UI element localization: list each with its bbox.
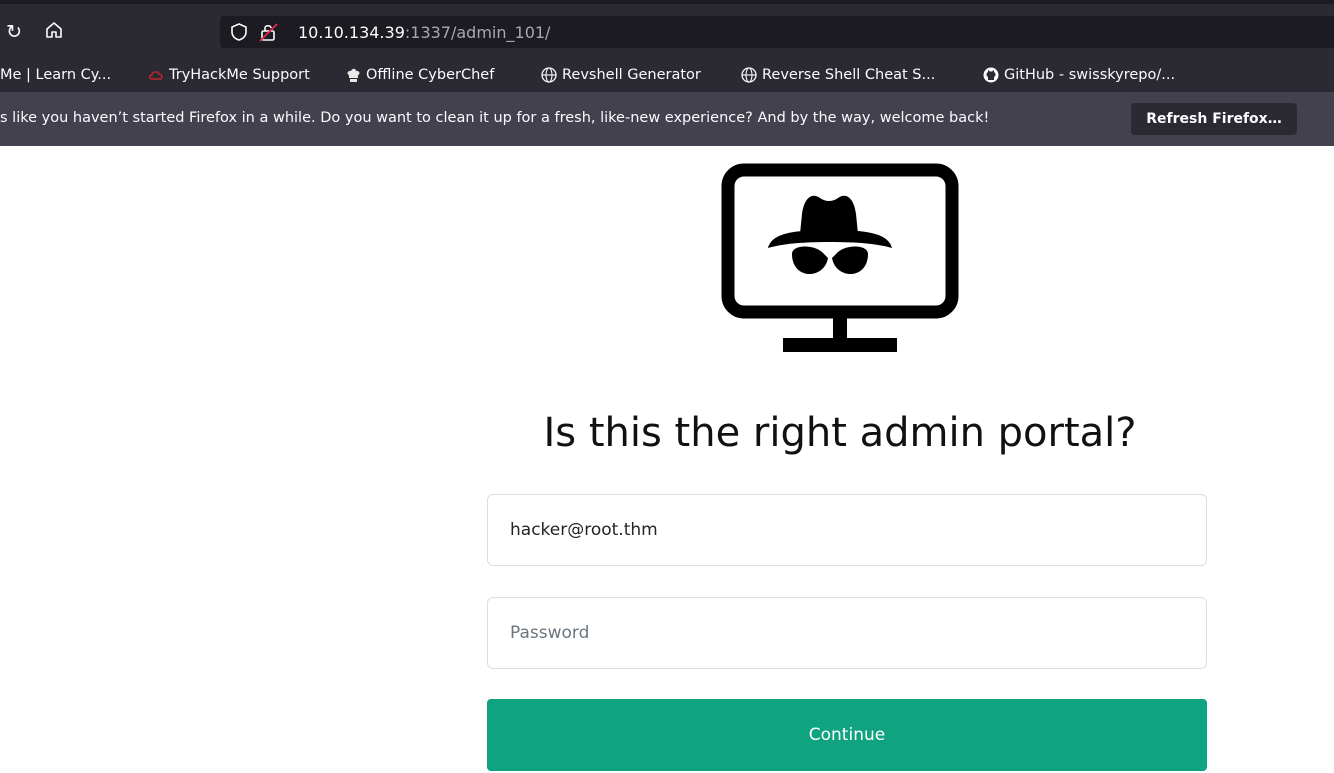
github-icon bbox=[983, 67, 999, 83]
insecure-lock-icon[interactable] bbox=[258, 21, 280, 47]
bookmark-label: Revshell Generator bbox=[562, 67, 701, 83]
url-path: :1337/admin_101/ bbox=[404, 23, 551, 42]
bookmark-revshell-generator[interactable]: Revshell Generator bbox=[541, 67, 701, 83]
bookmark-label: GitHub - swisskyrepo/... bbox=[1004, 67, 1176, 83]
email-field[interactable] bbox=[487, 494, 1207, 566]
bookmark-cyberchef[interactable]: Offline CyberChef bbox=[346, 67, 494, 83]
password-field[interactable] bbox=[487, 597, 1207, 669]
thm-cloud-icon bbox=[149, 71, 163, 80]
bookmark-label: TryHackMe Support bbox=[169, 67, 310, 83]
bookmark-github[interactable]: GitHub - swisskyrepo/... bbox=[983, 67, 1175, 83]
bookmark-reverse-shell-cheat[interactable]: Reverse Shell Cheat S... bbox=[741, 67, 935, 83]
bookmark-label: Reverse Shell Cheat S... bbox=[762, 67, 936, 83]
shield-icon[interactable] bbox=[230, 22, 248, 46]
refresh-firefox-button[interactable]: Refresh Firefox… bbox=[1131, 103, 1297, 135]
bookmarks-toolbar: Me | Learn Cy... TryHackMe Support Offli… bbox=[0, 62, 1334, 92]
bookmark-thm-support[interactable]: TryHackMe Support bbox=[148, 67, 310, 83]
continue-button[interactable]: Continue bbox=[487, 699, 1207, 771]
url-text[interactable]: 10.10.134.39:1337/admin_101/ bbox=[298, 23, 550, 42]
globe-icon bbox=[541, 67, 557, 83]
bookmark-label: Me | Learn Cy... bbox=[0, 67, 112, 83]
hacker-monitor-icon bbox=[721, 163, 959, 352]
home-icon[interactable] bbox=[44, 20, 68, 46]
url-host: 10.10.134.39 bbox=[298, 23, 405, 42]
globe-icon bbox=[741, 67, 757, 83]
reload-icon[interactable]: ↻ bbox=[0, 20, 22, 44]
bookmark-learn[interactable]: Me | Learn Cy... bbox=[0, 67, 111, 83]
refresh-notification-bar: s like you haven’t started Firefox in a … bbox=[0, 92, 1334, 146]
url-bar[interactable]: 10.10.134.39:1337/admin_101/ bbox=[220, 16, 1334, 48]
bookmark-label: Offline CyberChef bbox=[366, 67, 495, 83]
browser-navbar: ↻ 10.10.134.39:1337/admin_101/ bbox=[0, 0, 1334, 62]
chef-hat-icon bbox=[347, 68, 360, 82]
page-title: Is this the right admin portal? bbox=[543, 410, 1137, 456]
notification-text: s like you haven’t started Firefox in a … bbox=[0, 110, 990, 126]
